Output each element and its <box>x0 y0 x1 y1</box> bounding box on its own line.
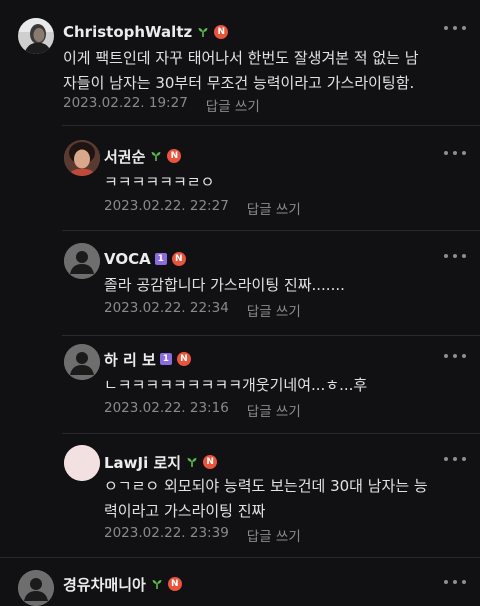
reply-link[interactable]: 답글 쓰기 <box>247 300 301 320</box>
comment-text-line: 졸라 공감합니다 가스라이팅 진짜....... <box>104 276 345 294</box>
more-options-icon[interactable] <box>444 351 466 361</box>
more-options-icon[interactable] <box>444 148 466 158</box>
comment-item: 하 리 보 1 N ㄴㅋㅋㅋㅋㅋㅋㅋㅋㅋ개웃기네여...ㅎ...후 2023.0… <box>0 336 480 433</box>
comment-item: LawJi 로지 N ㅇㄱㄹㅇ 외모되야 능력도 보는건데 30대 남자는 능 … <box>0 434 480 557</box>
author-name[interactable]: VOCA <box>104 250 151 268</box>
new-badge: N <box>214 25 229 39</box>
avatar[interactable] <box>18 18 54 54</box>
comment-text: ㅋㅋㅋㅋㅋㅋㄹㅇ <box>104 170 214 195</box>
comment-text: ㄴㅋㅋㅋㅋㅋㅋㅋㅋㅋ개웃기네여...ㅎ...후 <box>104 373 367 398</box>
author-name[interactable]: 하 리 보 <box>104 349 156 370</box>
author-name[interactable]: 서권순 <box>104 146 145 167</box>
sprout-icon <box>150 150 162 162</box>
sprout-icon <box>186 456 198 468</box>
comment-text-line: 자들이 남자는 30부터 무조건 능력이라고 가스라이팅함. <box>63 74 415 92</box>
reply-link[interactable]: 답글 쓰기 <box>247 198 301 218</box>
new-badge: N <box>171 252 186 266</box>
level-badge: 1 <box>154 253 167 265</box>
author-name[interactable]: 경유차매니아 <box>63 574 146 595</box>
timestamp: 2023.02.22. 22:34 <box>104 300 229 316</box>
timestamp: 2023.02.22. 23:39 <box>104 525 229 541</box>
new-badge: N <box>167 577 182 591</box>
comment-item: ChristophWaltz N 이게 팩트인데 자꾸 태어나서 한번도 잘생겨… <box>0 0 480 125</box>
avatar[interactable] <box>64 140 100 176</box>
more-options-icon[interactable] <box>444 251 466 261</box>
comment-text-line: ㅋㅋㅋㅋㅋㅋㄹㅇ <box>104 173 215 191</box>
comment-text-line: ㅇㄱㄹㅇ 외모되야 능력도 보는건데 30대 남자는 능 <box>104 477 428 495</box>
avatar[interactable] <box>64 445 100 481</box>
level-badge: 1 <box>159 353 172 365</box>
avatar[interactable] <box>64 243 100 279</box>
sprout-icon <box>197 26 209 38</box>
comment-list: ChristophWaltz N 이게 팩트인데 자꾸 태어나서 한번도 잘생겨… <box>0 0 480 606</box>
new-badge: N <box>176 352 191 366</box>
comment-text-line: ㄴㅋㅋㅋㅋㅋㅋㅋㅋㅋ개웃기네여...ㅎ...후 <box>104 376 368 394</box>
comment-text-line: 이게 팩트인데 자꾸 태어나서 한번도 잘생겨본 적 없는 남 <box>63 49 419 67</box>
reply-link[interactable]: 답글 쓰기 <box>247 400 301 420</box>
new-badge: N <box>203 455 218 469</box>
reply-link[interactable]: 답글 쓰기 <box>247 525 301 545</box>
comment-text: 졸라 공감합니다 가스라이팅 진짜....... <box>104 273 345 298</box>
avatar[interactable] <box>18 570 54 606</box>
comment-text-line: 력이라고 가스라이팅 진짜 <box>104 502 266 520</box>
more-options-icon[interactable] <box>444 23 466 33</box>
avatar[interactable] <box>64 344 100 380</box>
more-options-icon[interactable] <box>444 577 466 587</box>
author-name[interactable]: LawJi 로지 <box>104 452 181 473</box>
comment-text: ㅇㄱㄹㅇ 외모되야 능력도 보는건데 30대 남자는 능 력이라고 가스라이팅 … <box>104 474 428 524</box>
comment-text: 이게 팩트인데 자꾸 태어나서 한번도 잘생겨본 적 없는 남 자들이 남자는 … <box>63 46 419 96</box>
timestamp: 2023.02.22. 23:16 <box>104 400 229 416</box>
new-badge: N <box>167 149 182 163</box>
timestamp: 2023.02.22. 22:27 <box>104 198 229 214</box>
reply-link[interactable]: 답글 쓰기 <box>206 95 260 115</box>
comment-item: VOCA 1 N 졸라 공감합니다 가스라이팅 진짜....... 2023.0… <box>0 231 480 335</box>
more-options-icon[interactable] <box>444 454 466 464</box>
timestamp: 2023.02.22. 19:27 <box>63 95 188 111</box>
sprout-icon <box>151 578 163 590</box>
comment-item: 서권순 N ㅋㅋㅋㅋㅋㅋㄹㅇ 2023.02.22. 22:27 답글 쓰기 <box>0 126 480 230</box>
author-name[interactable]: ChristophWaltz <box>63 23 192 41</box>
comment-item: 경유차매니아 N <box>0 558 480 606</box>
